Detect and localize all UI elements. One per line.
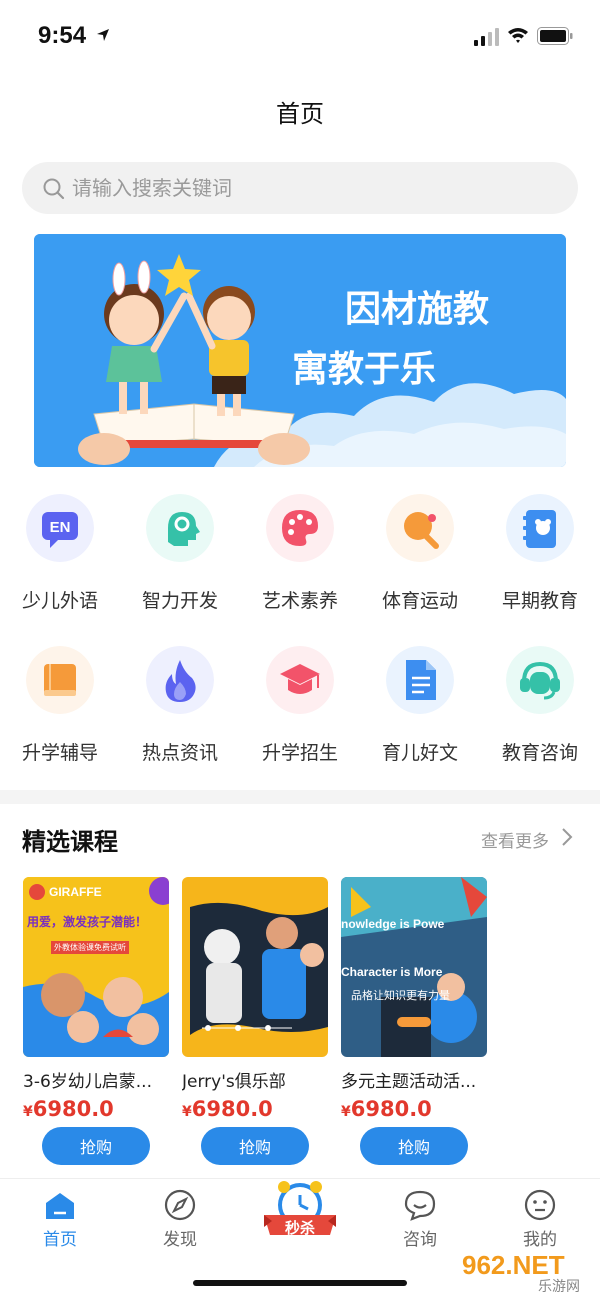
status-time: 9:54 [38,22,87,49]
tab-discover[interactable]: 发现 [120,1179,240,1259]
section-divider [0,790,600,804]
search-input[interactable] [72,162,552,214]
watermark-sub: 乐游网 [538,1279,580,1295]
search-bar[interactable] [22,162,578,214]
thumb-brand: GIRAFFE [49,885,102,899]
book-icon [26,646,94,714]
flame-icon [146,646,214,714]
status-bar: 9:54 [0,0,600,70]
tab-flash-sale[interactable]: 秒杀 [240,1179,360,1259]
tab-label: 我的 [523,1230,557,1250]
category-label: 智力开发 [141,590,218,612]
category-item-hot-news[interactable]: 热点资讯 [120,646,240,776]
banner-headline-1: 因材施教 [345,289,490,330]
course-price: ¥6980.0 [182,1097,273,1121]
buy-button[interactable]: 抢购 [42,1127,150,1165]
course-thumbnail: nowledge is Powe Character is More 品格让知识… [341,877,487,1057]
headset-icon [506,646,574,714]
category-label: 体育运动 [381,590,458,612]
tab-label: 首页 [43,1230,77,1250]
category-label: 教育咨询 [501,742,578,764]
course-price: ¥6980.0 [341,1097,432,1121]
category-label: 热点资讯 [141,742,218,764]
document-icon [386,646,454,714]
compass-icon [164,1189,196,1221]
course-thumbnail [182,877,328,1057]
ping-pong-icon [386,494,454,562]
course-name: 多元主题活动活... [341,1072,477,1092]
page-title: 首页 [276,100,324,128]
course-name: 3-6岁幼儿启蒙... [23,1072,152,1092]
category-item-art[interactable]: 艺术素养 [240,494,360,624]
graduation-cap-icon [266,646,334,714]
section-title: 精选课程 [22,828,118,856]
category-item-english[interactable]: EN 少儿外语 [0,494,120,624]
chat-bubble-icon [404,1190,436,1221]
search-icon [43,178,65,200]
category-label: 艺术素养 [261,590,338,612]
category-label: 升学招生 [261,742,338,764]
baby-book-icon [506,494,574,562]
location-arrow-icon [97,29,109,41]
course-thumbnail: GIRAFFE 用爱，激发孩子潜能！ 外教体验课免费试听 [23,877,169,1057]
category-item-intelligence[interactable]: 智力开发 [120,494,240,624]
user-icon [524,1189,556,1221]
brain-gear-icon [146,494,214,562]
tab-label: 发现 [163,1230,197,1250]
category-label: 育儿好文 [381,742,458,764]
home-icon [46,1193,74,1219]
tab-label: 咨询 [403,1230,437,1250]
category-item-parenting-articles[interactable]: 育儿好文 [360,646,480,776]
thumb-slogan: 用爱，激发孩子潜能！ [27,915,148,929]
category-label: 少儿外语 [21,590,98,612]
wifi-icon [508,28,528,43]
chevron-right-icon[interactable] [560,826,574,848]
battery-icon [537,27,573,45]
svg-text:EN: EN [50,519,71,536]
course-name: Jerry's俱乐部 [182,1072,286,1092]
banner-headline-2: 寓教于乐 [292,349,437,390]
category-item-tutoring[interactable]: 升学辅导 [0,646,120,776]
thumb-line-2: Character is More [341,965,443,979]
tab-label: 秒杀 [284,1219,315,1237]
thumb-line-1: nowledge is Powe [341,917,445,931]
tab-profile[interactable]: 我的 [480,1179,600,1259]
tab-home[interactable]: 首页 [0,1179,120,1259]
category-item-sports[interactable]: 体育运动 [360,494,480,624]
thumb-sub: 外教体验课免费试听 [51,941,129,954]
en-language-icon: EN [26,494,94,562]
thumb-sub: 品格让知识更有力量 [351,989,450,1002]
palette-icon [266,494,334,562]
view-more-link[interactable]: 查看更多 [481,827,549,852]
buy-button[interactable]: 抢购 [201,1127,309,1165]
category-item-admission[interactable]: 升学招生 [240,646,360,776]
category-item-consulting[interactable]: 教育咨询 [480,646,600,776]
tab-consult[interactable]: 咨询 [360,1179,480,1259]
category-label: 早期教育 [501,590,578,612]
cellular-signal-icon [474,28,499,46]
category-label: 升学辅导 [21,742,98,764]
course-price: ¥6980.0 [23,1097,114,1121]
category-item-early-education[interactable]: 早期教育 [480,494,600,624]
home-indicator[interactable] [193,1280,407,1286]
buy-button[interactable]: 抢购 [360,1127,468,1165]
